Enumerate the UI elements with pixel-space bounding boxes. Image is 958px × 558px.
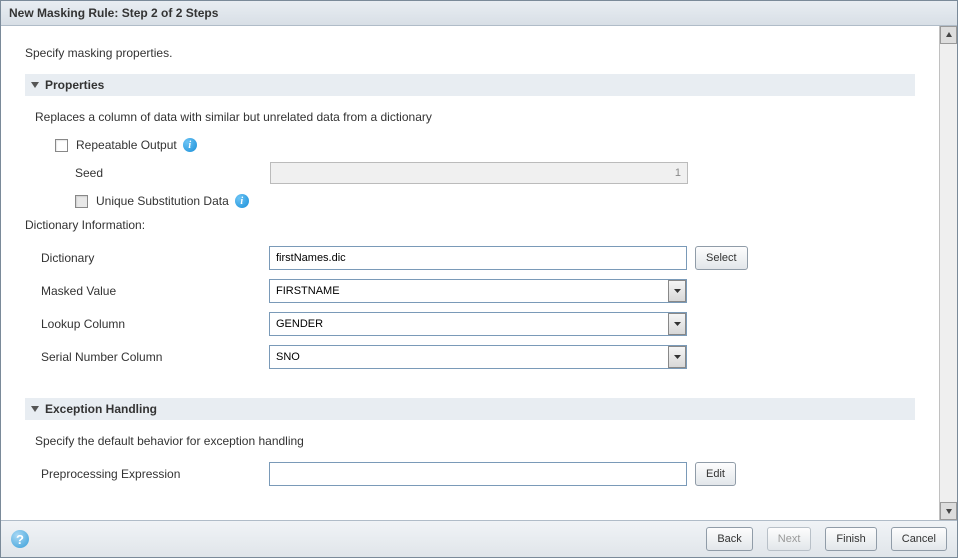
lookup-column-input[interactable] bbox=[269, 312, 687, 336]
lookup-column-select[interactable] bbox=[269, 312, 687, 336]
exception-section-header[interactable]: Exception Handling bbox=[25, 398, 915, 420]
dropdown-button[interactable] bbox=[668, 313, 686, 335]
exception-title: Exception Handling bbox=[45, 402, 157, 416]
scroll-track[interactable] bbox=[940, 44, 957, 502]
scroll-down-button[interactable] bbox=[940, 502, 957, 520]
repeatable-output-checkbox[interactable] bbox=[55, 139, 68, 152]
info-icon[interactable]: i bbox=[183, 138, 197, 152]
unique-substitution-row: Unique Substitution Data i bbox=[75, 194, 915, 208]
chevron-down-icon bbox=[674, 322, 681, 326]
masked-value-row: Masked Value bbox=[41, 279, 915, 303]
seed-row: Seed bbox=[75, 162, 915, 184]
masked-value-input[interactable] bbox=[269, 279, 687, 303]
dialog-footer: ? Back Next Finish Cancel bbox=[1, 520, 957, 557]
unique-substitution-label: Unique Substitution Data bbox=[96, 194, 229, 208]
serial-number-input[interactable] bbox=[269, 345, 687, 369]
properties-title: Properties bbox=[45, 78, 104, 92]
next-button[interactable]: Next bbox=[767, 527, 812, 551]
properties-description: Replaces a column of data with similar b… bbox=[35, 110, 915, 124]
dictionary-row: Dictionary Select bbox=[41, 246, 915, 270]
window-title: New Masking Rule: Step 2 of 2 Steps bbox=[1, 1, 957, 26]
exception-description: Specify the default behavior for excepti… bbox=[35, 434, 915, 448]
chevron-down-icon bbox=[674, 289, 681, 293]
finish-button[interactable]: Finish bbox=[825, 527, 876, 551]
lookup-column-row: Lookup Column bbox=[41, 312, 915, 336]
scroll-up-button[interactable] bbox=[940, 26, 957, 44]
scroll-up-icon bbox=[945, 31, 953, 39]
repeatable-output-row: Repeatable Output i bbox=[55, 138, 915, 152]
dictionary-label: Dictionary bbox=[41, 251, 269, 265]
intro-text: Specify masking properties. bbox=[25, 46, 915, 60]
collapse-arrow-icon bbox=[31, 82, 39, 88]
masked-value-label: Masked Value bbox=[41, 284, 269, 298]
help-icon[interactable]: ? bbox=[11, 530, 29, 548]
lookup-column-label: Lookup Column bbox=[41, 317, 269, 331]
serial-number-label: Serial Number Column bbox=[41, 350, 269, 364]
footer-buttons: Back Next Finish Cancel bbox=[698, 527, 947, 551]
select-button[interactable]: Select bbox=[695, 246, 748, 270]
dropdown-button[interactable] bbox=[668, 346, 686, 368]
cancel-button[interactable]: Cancel bbox=[891, 527, 947, 551]
repeatable-output-label: Repeatable Output bbox=[76, 138, 177, 152]
dictionary-input[interactable] bbox=[269, 246, 687, 270]
scroll-content: Specify masking properties. Properties R… bbox=[1, 26, 939, 520]
preprocessing-input[interactable] bbox=[269, 462, 687, 486]
dropdown-button[interactable] bbox=[668, 280, 686, 302]
scroll-down-icon bbox=[945, 507, 953, 515]
back-button[interactable]: Back bbox=[706, 527, 752, 551]
info-icon[interactable]: i bbox=[235, 194, 249, 208]
serial-number-select[interactable] bbox=[269, 345, 687, 369]
properties-section-header[interactable]: Properties bbox=[25, 74, 915, 96]
dictionary-info-heading: Dictionary Information: bbox=[25, 218, 915, 232]
collapse-arrow-icon bbox=[31, 406, 39, 412]
edit-button[interactable]: Edit bbox=[695, 462, 736, 486]
chevron-down-icon bbox=[674, 355, 681, 359]
content-area: Specify masking properties. Properties R… bbox=[1, 26, 957, 520]
vertical-scrollbar[interactable] bbox=[939, 26, 957, 520]
unique-substitution-checkbox[interactable] bbox=[75, 195, 88, 208]
serial-number-row: Serial Number Column bbox=[41, 345, 915, 369]
dialog-window: New Masking Rule: Step 2 of 2 Steps Spec… bbox=[0, 0, 958, 558]
preprocessing-label: Preprocessing Expression bbox=[41, 467, 269, 481]
seed-label: Seed bbox=[75, 166, 270, 180]
masked-value-select[interactable] bbox=[269, 279, 687, 303]
preprocessing-row: Preprocessing Expression Edit bbox=[41, 462, 915, 486]
seed-input[interactable] bbox=[270, 162, 688, 184]
